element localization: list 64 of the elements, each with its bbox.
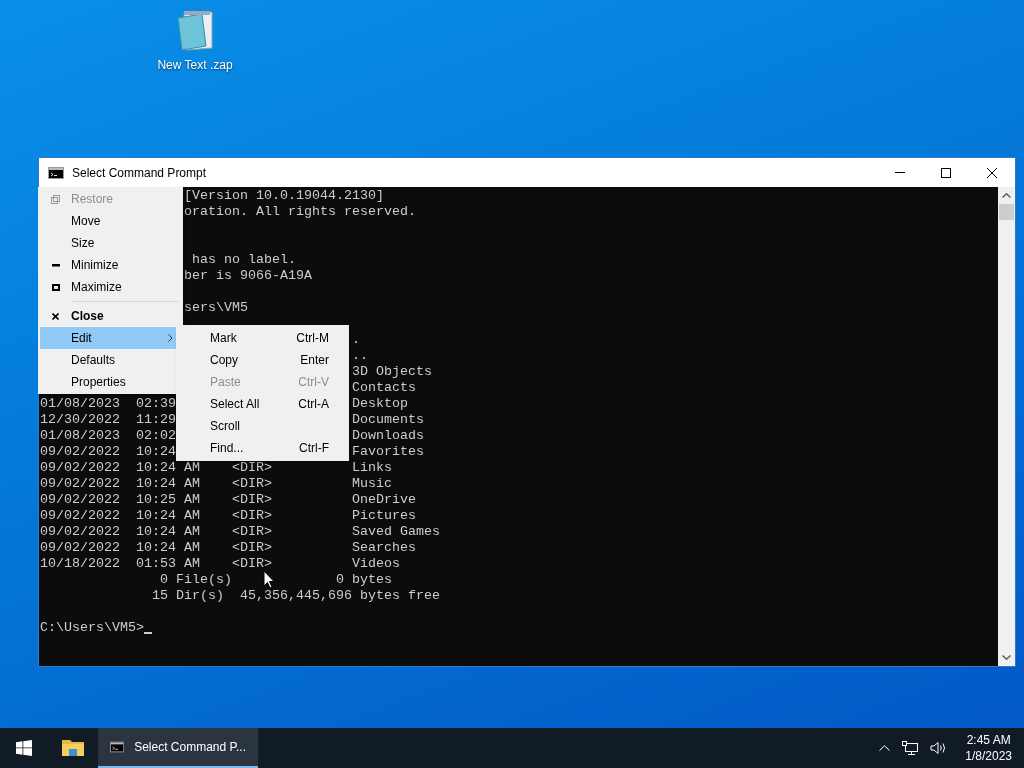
- console-text: 09/02/2022 10:24 AM <DIR> Pictures: [40, 508, 416, 524]
- minimize-icon: [895, 172, 905, 173]
- console-text: 09/02/2022 10:25 AM <DIR> OneDrive: [40, 492, 416, 508]
- console-text: Favorites: [351, 444, 424, 460]
- text-cursor: [144, 632, 152, 634]
- console-text: 09/02/2022 10:24 AM <DIR> Searches: [40, 540, 416, 556]
- console-icon: [48, 166, 64, 179]
- console-text: ..: [351, 348, 368, 364]
- scroll-down-icon[interactable]: [1002, 655, 1011, 660]
- menu-item[interactable]: Size: [40, 232, 181, 254]
- folder-icon: [62, 738, 84, 756]
- speaker-icon: [930, 741, 948, 755]
- console-text: Contacts: [351, 380, 416, 396]
- console-text: 3D Objects: [351, 364, 432, 380]
- console-text: sers\VM5: [183, 300, 248, 316]
- console-text: 15 Dir(s) 45,356,445,696 bytes free: [150, 588, 440, 604]
- minimize-icon: [51, 263, 60, 267]
- menu-item[interactable]: Move: [40, 210, 181, 232]
- menu-item[interactable]: Select All Ctrl-A: [178, 393, 347, 415]
- console-text: 09/02/2022 10:24: [40, 444, 176, 460]
- mouse-pointer-icon: [263, 570, 275, 589]
- console-text: 12/30/2022 11:29: [40, 412, 176, 428]
- console-prompt: C:\Users\VM5>: [40, 620, 144, 636]
- taskbar-app[interactable]: Select Command P...: [98, 728, 258, 768]
- console-text: 01/08/2023 02:02: [40, 428, 176, 444]
- menu-item[interactable]: Copy Enter: [178, 349, 347, 371]
- menu-item[interactable]: Maximize: [40, 276, 181, 298]
- console-text: .: [351, 332, 360, 348]
- menu-item[interactable]: Mark Ctrl-M: [178, 327, 347, 349]
- close-icon: [52, 312, 59, 320]
- console-text: 0 bytes: [335, 572, 392, 588]
- scroll-up-icon[interactable]: [1002, 193, 1011, 198]
- console-text: 09/02/2022 10:24 AM <DIR> Links: [40, 460, 392, 476]
- network-icon: [902, 740, 919, 756]
- caret-icon: [879, 745, 891, 751]
- console-text: [Version 10.0.19044.2130]: [183, 188, 384, 204]
- console-text: 10/18/2022 01:53 AM <DIR> Videos: [40, 556, 400, 572]
- menu-item[interactable]: Minimize: [40, 254, 181, 276]
- scroll-thumb[interactable]: [999, 204, 1014, 220]
- console-text: ber is 9066-A19A: [183, 268, 312, 284]
- restore-icon: [51, 194, 60, 204]
- console-text: Desktop: [351, 396, 408, 412]
- console-text: has no label.: [190, 252, 296, 268]
- maximize-icon: [51, 283, 60, 291]
- clock[interactable]: 2:45 AM 1/8/2023: [965, 732, 1012, 764]
- scrollbar[interactable]: [998, 187, 1015, 666]
- console-icon: [110, 739, 125, 755]
- icon-label: New Text .zap: [157, 58, 233, 72]
- close-icon: [987, 167, 997, 178]
- console-text: Documents: [351, 412, 424, 428]
- menu-item[interactable]: Scroll: [178, 415, 347, 437]
- menu-item[interactable]: Find... Ctrl-F: [178, 437, 347, 459]
- console-text: 09/02/2022 10:24 AM <DIR> Saved Games: [40, 524, 440, 540]
- window-title: Select Command Prompt: [72, 165, 208, 180]
- maximize-icon: [941, 167, 951, 178]
- network-button[interactable]: [900, 740, 921, 756]
- console-text: 09/02/2022 10:24 AM <DIR> Music: [40, 476, 392, 492]
- console-text: 01/08/2023 02:39: [40, 396, 176, 412]
- console-text: oration. All rights reserved.: [183, 204, 416, 220]
- menu-item[interactable]: Close: [40, 305, 181, 327]
- console-text: 0 File(s): [158, 572, 232, 588]
- windows-logo-icon: [16, 740, 32, 756]
- console-text: Downloads: [351, 428, 424, 444]
- chevron-icon: [168, 334, 173, 342]
